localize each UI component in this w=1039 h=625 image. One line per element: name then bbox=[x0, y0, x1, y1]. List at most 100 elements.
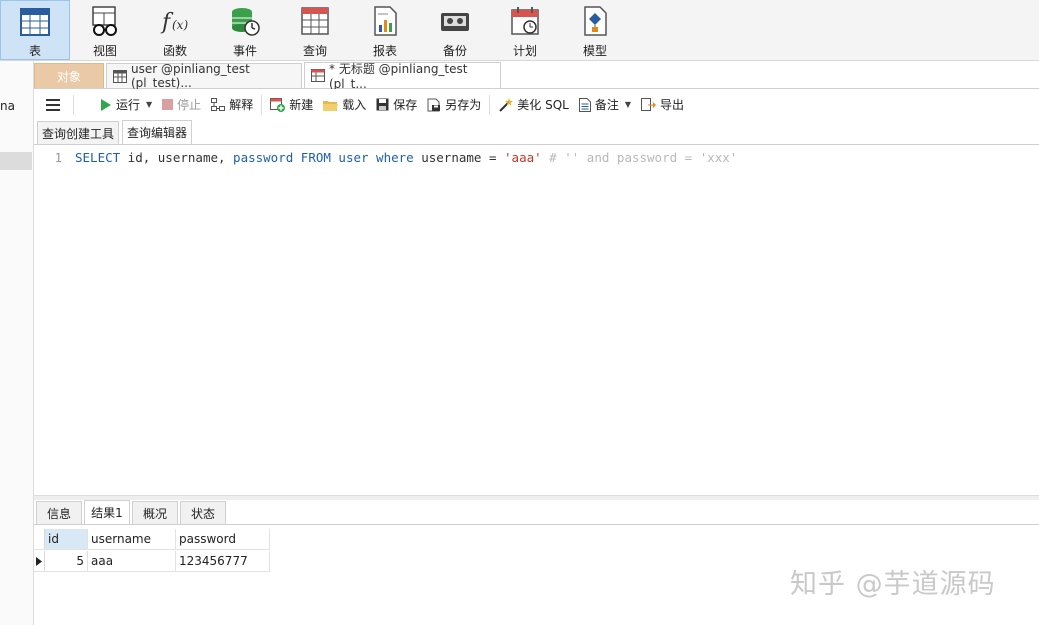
ribbon-backup-button[interactable]: 备份 bbox=[420, 0, 490, 60]
explain-label: 解释 bbox=[229, 98, 254, 112]
tab-status[interactable]: 状态 bbox=[180, 501, 226, 524]
comment-button[interactable]: 备注 ▼ bbox=[574, 93, 636, 117]
explain-icon bbox=[211, 98, 226, 111]
toolbar-separator bbox=[489, 94, 491, 115]
save-as-button[interactable]: 另存为 bbox=[422, 93, 486, 117]
new-label: 新建 bbox=[289, 98, 314, 112]
cell-username[interactable]: aaa bbox=[88, 551, 176, 572]
ribbon-label: 查询 bbox=[302, 44, 327, 58]
sql-identifier-user: user bbox=[338, 150, 369, 165]
schedule-icon bbox=[508, 4, 542, 38]
stop-icon bbox=[162, 99, 174, 110]
document-tab-bar: 对象 user @pinliang_test (pl_test)... * 无标… bbox=[34, 61, 1039, 91]
grid-header-row: id username password bbox=[34, 529, 270, 550]
ribbon-label: 备份 bbox=[442, 44, 467, 58]
stop-button[interactable]: 停止 bbox=[157, 93, 206, 117]
chevron-down-icon[interactable]: ▼ bbox=[146, 100, 152, 109]
ribbon-table-button[interactable]: 表 bbox=[0, 0, 70, 60]
sql-keyword: SELECT bbox=[75, 150, 121, 165]
load-button[interactable]: 载入 bbox=[318, 93, 371, 117]
sql-keyword: FROM bbox=[293, 150, 339, 165]
ribbon-label: 事件 bbox=[232, 44, 257, 58]
sql-comment: # '' and password = 'xxx' bbox=[541, 150, 738, 165]
ribbon-model-button[interactable]: 模型 bbox=[560, 0, 630, 60]
hamburger-icon bbox=[46, 98, 60, 111]
new-query-icon bbox=[270, 97, 286, 112]
new-button[interactable]: 新建 bbox=[265, 93, 318, 117]
ribbon-label: 函数 bbox=[162, 44, 187, 58]
tab-user-table[interactable]: user @pinliang_test (pl_test)... bbox=[106, 62, 302, 90]
table-row[interactable]: 5 aaa 123456777 bbox=[34, 551, 270, 572]
sql-keyword: where bbox=[368, 150, 422, 165]
document-icon bbox=[578, 97, 591, 112]
stop-label: 停止 bbox=[177, 98, 202, 112]
line-number: 1 bbox=[54, 151, 62, 165]
run-label: 运行 bbox=[116, 98, 141, 112]
report-icon bbox=[368, 4, 402, 38]
function-icon: f (x) bbox=[158, 4, 192, 38]
ribbon-label: 计划 bbox=[512, 44, 537, 58]
tree-item-partial[interactable]: na bbox=[0, 99, 15, 113]
svg-text:(x): (x) bbox=[172, 18, 188, 32]
tab-query-editor[interactable]: 查询编辑器 bbox=[122, 120, 193, 144]
column-header-id[interactable]: id bbox=[45, 529, 88, 550]
sql-code-line[interactable]: SELECT id, username, password FROM user … bbox=[75, 150, 737, 165]
model-icon bbox=[578, 4, 612, 38]
tab-query-builder-label: 查询创建工具 bbox=[42, 126, 115, 141]
row-marker-header bbox=[34, 529, 45, 550]
beautify-sql-label: 美化 SQL bbox=[517, 98, 569, 112]
column-header-username[interactable]: username bbox=[88, 529, 176, 550]
tab-untitled-query[interactable]: * 无标题 @pinliang_test (pl_t... bbox=[304, 62, 501, 91]
export-label: 导出 bbox=[660, 98, 685, 112]
chevron-down-icon[interactable]: ▼ bbox=[625, 100, 631, 109]
run-button[interactable]: 运行 ▼ bbox=[95, 93, 157, 117]
tab-query-editor-label: 查询编辑器 bbox=[127, 126, 188, 140]
main-ribbon: 表 视图 f (x) 函数 事件 查询 报表 备份 计划 模型 bbox=[0, 0, 1039, 61]
ribbon-function-button[interactable]: f (x) 函数 bbox=[140, 0, 210, 60]
backup-icon bbox=[438, 4, 472, 38]
ribbon-event-button[interactable]: 事件 bbox=[210, 0, 280, 60]
toolbar-separator bbox=[73, 94, 74, 115]
sql-editor[interactable]: 1 SELECT id, username, password FROM use… bbox=[34, 145, 1039, 495]
save-as-icon bbox=[427, 98, 441, 112]
tab-objects[interactable]: 对象 bbox=[34, 63, 104, 88]
ribbon-label: 报表 bbox=[372, 44, 397, 58]
editor-subtabs: 查询创建工具 查询编辑器 bbox=[34, 120, 1039, 145]
ribbon-label: 模型 bbox=[582, 44, 607, 58]
tab-overview[interactable]: 概况 bbox=[132, 501, 178, 524]
sql-identifiers: id, username, bbox=[120, 150, 234, 165]
cell-password[interactable]: 123456777 bbox=[176, 551, 270, 572]
tab-query-builder[interactable]: 查询创建工具 bbox=[37, 121, 120, 144]
ribbon-schedule-button[interactable]: 计划 bbox=[490, 0, 560, 60]
tab-result1[interactable]: 结果1 bbox=[84, 500, 130, 524]
ribbon-label: 视图 bbox=[92, 44, 117, 58]
load-label: 载入 bbox=[342, 98, 367, 112]
result-tabs: 信息 结果1 概况 状态 bbox=[34, 500, 1039, 525]
query-icon bbox=[311, 69, 325, 82]
tab-objects-label: 对象 bbox=[56, 69, 81, 84]
beautify-sql-button[interactable]: 美化 SQL bbox=[493, 93, 574, 117]
explain-button[interactable]: 解释 bbox=[206, 93, 258, 117]
ribbon-report-button[interactable]: 报表 bbox=[350, 0, 420, 60]
play-icon bbox=[100, 98, 112, 111]
column-header-password[interactable]: password bbox=[176, 529, 270, 550]
ribbon-query-button[interactable]: 查询 bbox=[280, 0, 350, 60]
tree-selected-row[interactable] bbox=[0, 152, 32, 170]
tab-info[interactable]: 信息 bbox=[36, 501, 82, 524]
menu-button[interactable] bbox=[34, 93, 70, 117]
cell-id[interactable]: 5 bbox=[45, 551, 88, 572]
object-tree-panel[interactable]: na bbox=[0, 61, 34, 625]
query-toolbar: 运行 ▼ 停止 解释 新建 载入 保存 另存为 美化 SQL 备注 ▼ 导出 bbox=[34, 89, 1039, 120]
sql-identifier-password: password bbox=[233, 150, 294, 165]
tab-result1-label: 结果1 bbox=[91, 506, 123, 520]
tab-status-label: 状态 bbox=[190, 506, 215, 521]
tab-overview-label: 概况 bbox=[142, 506, 167, 521]
tab-user-table-label: user @pinliang_test (pl_test)... bbox=[131, 62, 250, 90]
toolbar-separator bbox=[261, 94, 263, 115]
ribbon-view-button[interactable]: 视图 bbox=[70, 0, 140, 60]
current-row-arrow-icon bbox=[34, 551, 45, 572]
export-button[interactable]: 导出 bbox=[636, 93, 689, 117]
save-button[interactable]: 保存 bbox=[371, 93, 422, 117]
watermark-text: 知乎 @芋道源码 bbox=[790, 569, 996, 600]
view-icon bbox=[88, 4, 122, 38]
